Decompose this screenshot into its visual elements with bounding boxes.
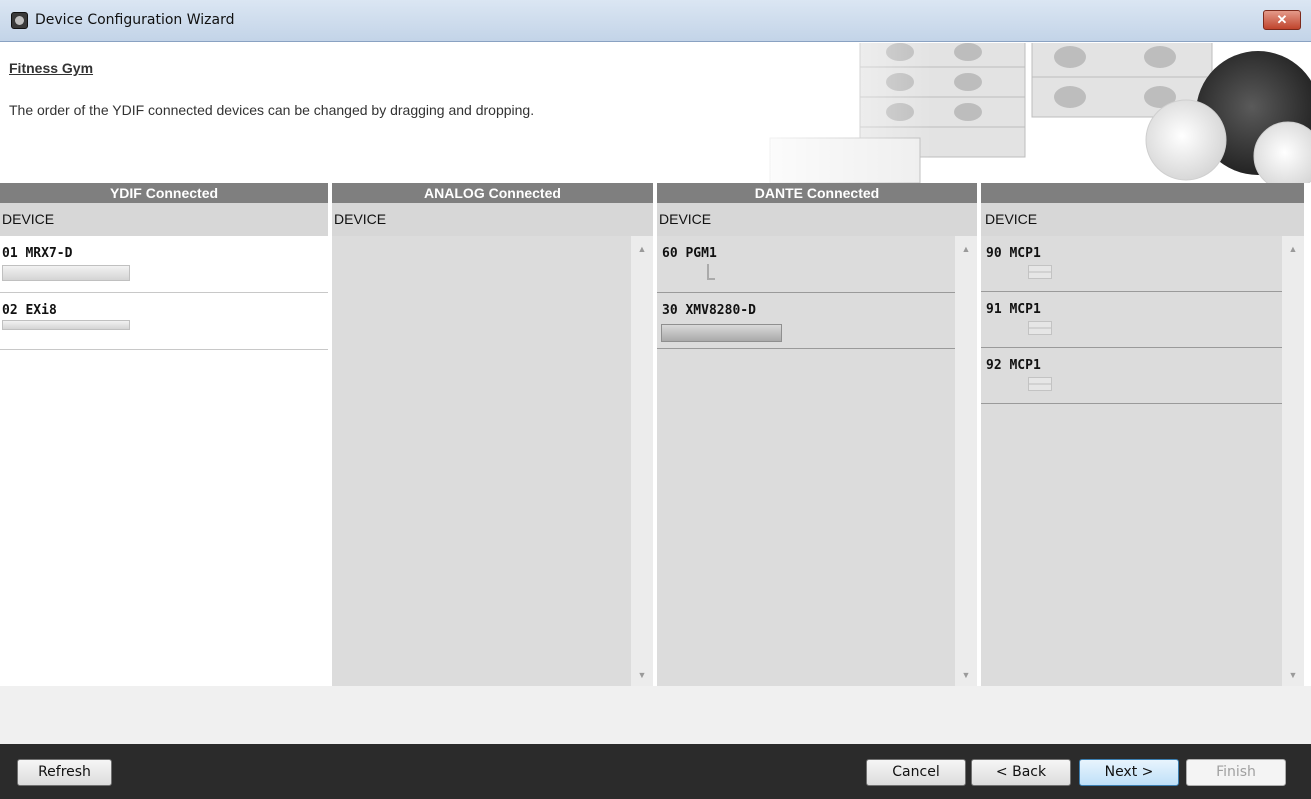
- list-item[interactable]: 02 EXi8: [0, 293, 328, 350]
- control-panel-icon: [1028, 265, 1052, 279]
- back-button[interactable]: < Back: [971, 759, 1071, 786]
- list-item[interactable]: 01 MRX7-D: [0, 236, 328, 293]
- exi8-device-icon: [2, 320, 130, 330]
- list-item[interactable]: 92 MCP1: [981, 348, 1282, 404]
- mcp-column: DEVICE 90 MCP1 91 MCP1 92 MCP1 ▲ ▼: [981, 183, 1304, 686]
- analog-device-list[interactable]: [332, 236, 631, 686]
- device-name: 02 EXi8: [2, 303, 57, 318]
- wizard-footer: Refresh Cancel < Back Next > Finish: [0, 744, 1311, 799]
- ydif-device-list[interactable]: 01 MRX7-D 02 EXi8: [0, 236, 328, 686]
- project-name-link[interactable]: Fitness Gym: [9, 60, 93, 76]
- instructions-text: The order of the YDIF connected devices …: [9, 102, 535, 118]
- dante-device-label: DEVICE: [657, 203, 977, 236]
- scroll-down-icon[interactable]: ▼: [1282, 667, 1304, 683]
- device-name: 30 XMV8280-D: [662, 303, 756, 318]
- list-item[interactable]: 90 MCP1: [981, 236, 1282, 292]
- device-name: 90 MCP1: [986, 246, 1041, 261]
- analog-column: ANALOG Connected DEVICE ▲ ▼: [332, 183, 653, 686]
- product-collage-icon: [730, 43, 1311, 183]
- scroll-up-icon[interactable]: ▲: [1282, 241, 1304, 257]
- finish-button[interactable]: Finish: [1186, 759, 1286, 786]
- next-button[interactable]: Next >: [1079, 759, 1179, 786]
- content-bottom-area: [0, 686, 1311, 744]
- device-name: 91 MCP1: [986, 302, 1041, 317]
- ydif-column-header: YDIF Connected: [0, 183, 328, 203]
- amplifier-device-icon: [661, 324, 782, 342]
- list-item[interactable]: 60 PGM1: [657, 236, 955, 293]
- mcp-scrollbar[interactable]: ▲ ▼: [1282, 236, 1304, 686]
- dante-device-list[interactable]: 60 PGM1 30 XMV8280-D: [657, 236, 955, 686]
- paging-mic-icon: [707, 264, 715, 280]
- wizard-header: Fitness Gym The order of the YDIF connec…: [0, 43, 1311, 183]
- mcp-device-label: DEVICE: [981, 203, 1304, 236]
- close-x-icon: ✕: [1276, 12, 1288, 27]
- analog-device-label: DEVICE: [332, 203, 653, 236]
- control-panel-icon: [1028, 321, 1052, 335]
- scroll-up-icon[interactable]: ▲: [631, 241, 653, 257]
- refresh-button[interactable]: Refresh: [17, 759, 112, 786]
- ydif-device-label: DEVICE: [0, 203, 328, 236]
- mrx7d-device-icon: [2, 265, 130, 281]
- control-panel-icon: [1028, 377, 1052, 391]
- list-item[interactable]: 91 MCP1: [981, 292, 1282, 348]
- device-name: 01 MRX7-D: [2, 246, 73, 261]
- dante-scrollbar[interactable]: ▲ ▼: [955, 236, 977, 686]
- device-name: 60 PGM1: [662, 246, 717, 261]
- app-icon: [11, 12, 28, 29]
- analog-column-header: ANALOG Connected: [332, 183, 653, 203]
- mcp-column-header: [981, 183, 1304, 203]
- cancel-button[interactable]: Cancel: [866, 759, 966, 786]
- dante-column: DANTE Connected DEVICE 60 PGM1 30 XMV828…: [657, 183, 977, 686]
- ydif-column: YDIF Connected DEVICE 01 MRX7-D 02 EXi8: [0, 183, 328, 686]
- title-bar: Device Configuration Wizard ✕: [0, 0, 1311, 42]
- scroll-up-icon[interactable]: ▲: [955, 241, 977, 257]
- dante-column-header: DANTE Connected: [657, 183, 977, 203]
- header-product-image: [730, 43, 1311, 183]
- window-title: Device Configuration Wizard: [35, 12, 235, 28]
- close-button[interactable]: ✕: [1263, 10, 1301, 30]
- analog-scrollbar[interactable]: ▲ ▼: [631, 236, 653, 686]
- scroll-down-icon[interactable]: ▼: [631, 667, 653, 683]
- list-item[interactable]: 30 XMV8280-D: [657, 293, 955, 349]
- device-name: 92 MCP1: [986, 358, 1041, 373]
- mcp-device-list[interactable]: 90 MCP1 91 MCP1 92 MCP1: [981, 236, 1282, 686]
- scroll-down-icon[interactable]: ▼: [955, 667, 977, 683]
